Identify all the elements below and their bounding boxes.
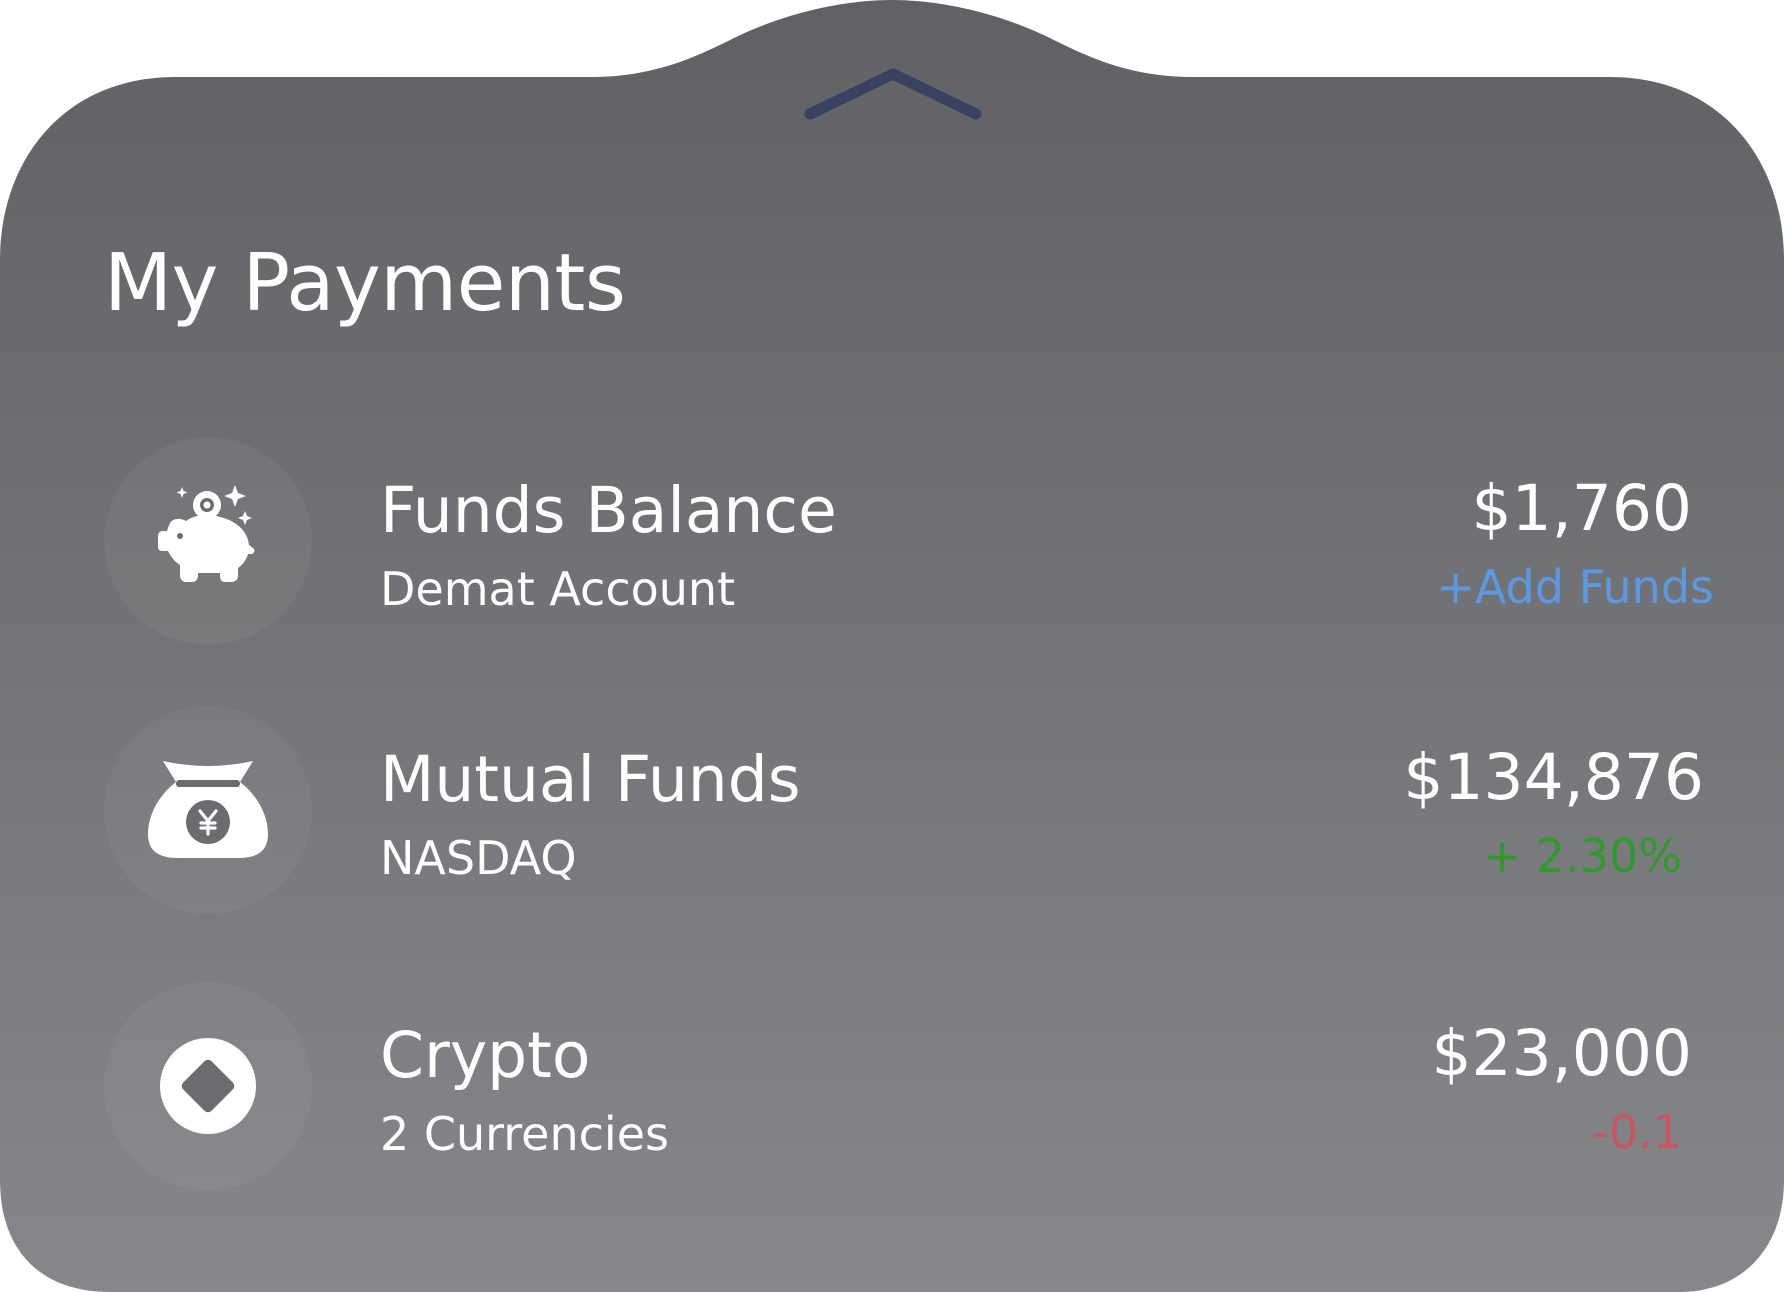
item-amount: $1,760	[1471, 472, 1692, 545]
item-change: + 2.30%	[1482, 829, 1682, 883]
crypto-coin-icon	[160, 1038, 256, 1134]
item-change: -0.1	[1592, 1105, 1682, 1159]
item-subtitle: Demat Account	[380, 562, 736, 616]
item-subtitle: NASDAQ	[380, 831, 577, 885]
payments-screen: My Payments Funds Balance Demat Account …	[0, 0, 1784, 1292]
money-bag-icon-wrapper	[104, 706, 312, 914]
item-title: Crypto	[380, 1019, 591, 1092]
crypto-coin-icon-wrapper	[104, 982, 312, 1190]
payment-item-crypto[interactable]: Crypto 2 Currencies $23,000 -0.1	[104, 982, 1714, 1192]
item-amount: $23,000	[1431, 1017, 1692, 1090]
payment-item-funds-balance[interactable]: Funds Balance Demat Account $1,760 +Add …	[104, 437, 1714, 647]
page-title: My Payments	[104, 237, 626, 329]
payment-item-mutual-funds[interactable]: Mutual Funds NASDAQ $134,876 + 2.30%	[104, 706, 1714, 916]
item-title: Mutual Funds	[380, 743, 801, 816]
piggy-bank-icon-wrapper	[104, 437, 312, 645]
add-funds-link[interactable]: +Add Funds	[1436, 561, 1714, 614]
piggy-bank-icon	[158, 485, 255, 582]
chevron-up-icon[interactable]	[800, 62, 986, 124]
item-title: Funds Balance	[380, 474, 837, 547]
money-bag-icon	[148, 761, 268, 858]
item-amount: $134,876	[1403, 741, 1704, 814]
item-subtitle: 2 Currencies	[380, 1107, 669, 1161]
